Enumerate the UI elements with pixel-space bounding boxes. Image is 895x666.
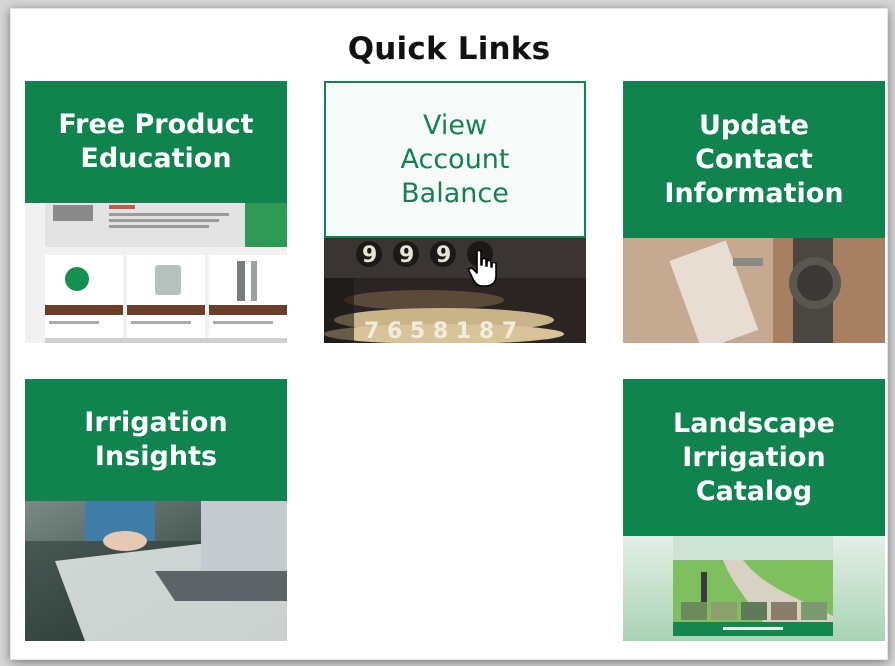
tile-label-line: Education	[80, 143, 232, 174]
brochure-image	[25, 203, 287, 343]
laptop-image	[25, 501, 287, 641]
tile-heading: View Account Balance	[324, 81, 586, 238]
svg-text:7 6 5 8 1 8 7: 7 6 5 8 1 8 7	[364, 319, 517, 343]
quick-links-panel: Quick Links Free Product Education View …	[10, 8, 888, 660]
tile-heading: Update Contact Information	[623, 81, 885, 238]
catalog-image	[623, 536, 885, 641]
tile-view-account-balance[interactable]: View Account Balance 9 9 9 7 6 5 8 1 8 7	[324, 81, 586, 343]
tile-heading: Free Product Education	[25, 81, 287, 203]
tile-irrigation-insights[interactable]: Irrigation Insights	[25, 379, 287, 641]
tile-label-line: Information	[664, 177, 844, 209]
hand-pointer-icon	[468, 249, 498, 289]
tile-label-line: Update	[698, 109, 809, 141]
odometer-image: 9 9 9 7 6 5 8 1 8 7	[324, 238, 586, 343]
tile-landscape-irrigation-catalog[interactable]: Landscape Irrigation Catalog	[623, 379, 885, 641]
tile-label-line: Contact	[695, 143, 813, 175]
svg-text:9: 9	[362, 243, 377, 268]
tile-heading: Landscape Irrigation Catalog	[623, 379, 885, 536]
tile-label-line: Landscape	[673, 407, 835, 439]
tile-label-line: Irrigation	[682, 441, 826, 473]
tile-label-line: Free Product	[58, 109, 254, 140]
tile-label-line: Account	[400, 143, 510, 175]
tile-label-line: Balance	[401, 177, 509, 209]
tile-label-line: View	[422, 109, 488, 141]
tile-label-line: Irrigation	[84, 407, 228, 438]
svg-text:9: 9	[399, 243, 414, 268]
tile-label-line: Catalog	[695, 475, 813, 507]
wristwatch-image	[623, 238, 885, 343]
tile-heading: Irrigation Insights	[25, 379, 287, 501]
tile-free-product-education[interactable]: Free Product Education	[25, 81, 287, 343]
tile-label-line: Insights	[94, 441, 218, 472]
tile-update-contact-information[interactable]: Update Contact Information	[623, 81, 885, 343]
svg-text:9: 9	[436, 243, 451, 268]
page-title: Quick Links	[347, 31, 551, 67]
